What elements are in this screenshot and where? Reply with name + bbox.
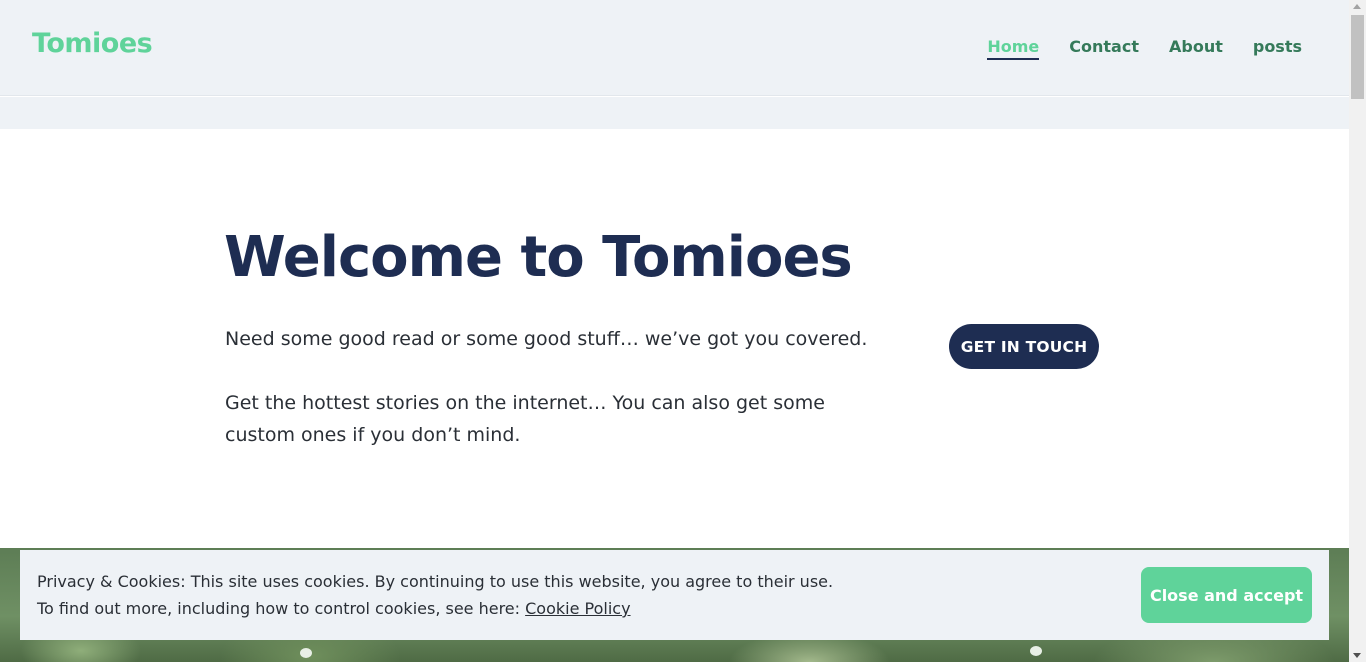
hero-paragraph-1: Need some good read or some good stuff… … bbox=[225, 328, 868, 350]
hero-section: Welcome to Tomioes Need some good read o… bbox=[0, 129, 1349, 549]
nav-item-contact[interactable]: Contact bbox=[1069, 36, 1139, 60]
image-detail bbox=[1030, 646, 1042, 656]
image-detail bbox=[300, 648, 312, 658]
vertical-scrollbar[interactable] bbox=[1349, 0, 1366, 662]
scroll-down-arrow-icon[interactable] bbox=[1353, 653, 1361, 658]
header-band bbox=[0, 97, 1349, 129]
close-and-accept-button[interactable]: Close and accept bbox=[1141, 567, 1312, 623]
site-header: Tomioes Home Contact About posts bbox=[0, 0, 1349, 96]
page: Tomioes Home Contact About posts Welcome… bbox=[0, 0, 1349, 662]
get-in-touch-button[interactable]: GET IN TOUCH bbox=[949, 324, 1099, 369]
main-nav: Home Contact About posts bbox=[987, 36, 1302, 60]
cookie-text: Privacy & Cookies: This site uses cookie… bbox=[37, 568, 833, 622]
cookie-line-1: Privacy & Cookies: This site uses cookie… bbox=[37, 572, 834, 591]
scroll-up-arrow-icon[interactable] bbox=[1353, 4, 1361, 9]
cookie-line-2-prefix: To find out more, including how to contr… bbox=[37, 599, 526, 618]
hero-title: Welcome to Tomioes bbox=[224, 225, 853, 290]
cookie-line-2: To find out more, including how to contr… bbox=[37, 595, 833, 622]
nav-item-home[interactable]: Home bbox=[987, 36, 1040, 60]
scrollbar-thumb[interactable] bbox=[1351, 15, 1364, 99]
hero-text: Need some good read or some good stuff… … bbox=[225, 323, 895, 483]
cookie-policy-link[interactable]: Cookie Policy bbox=[525, 599, 630, 618]
cookie-banner: Privacy & Cookies: This site uses cookie… bbox=[20, 550, 1329, 640]
nav-item-posts[interactable]: posts bbox=[1253, 36, 1302, 60]
site-title-link[interactable]: Tomioes bbox=[32, 28, 153, 59]
hero-paragraph-2: Get the hottest stories on the internet…… bbox=[225, 392, 825, 446]
nav-item-about[interactable]: About bbox=[1169, 36, 1223, 60]
